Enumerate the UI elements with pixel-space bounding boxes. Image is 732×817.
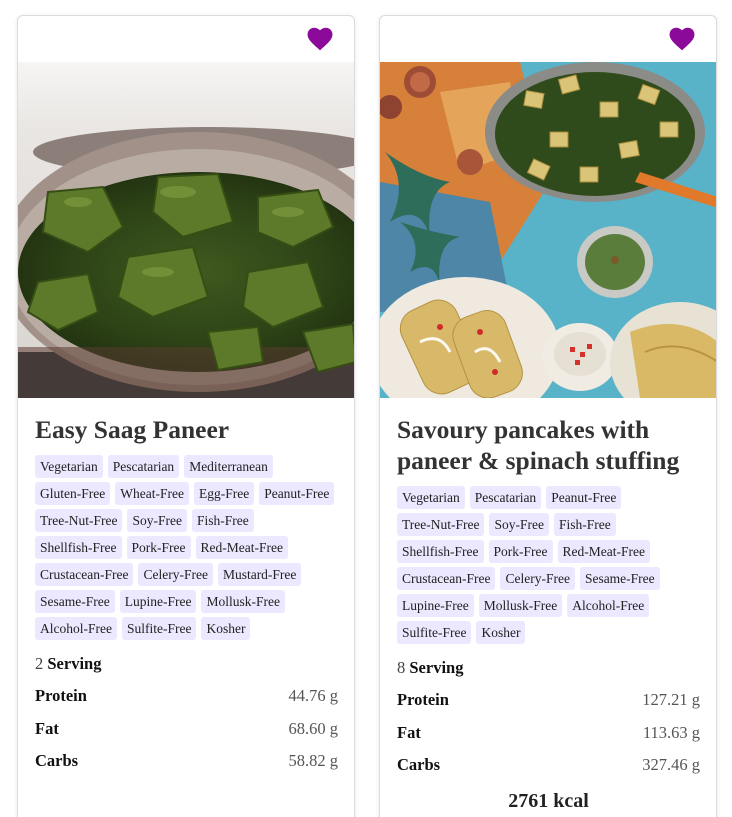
diet-tag: Kosher xyxy=(476,621,526,644)
nutrient-label: Protein xyxy=(35,686,87,706)
diet-tag: Pescatarian xyxy=(469,486,542,509)
nutrient-row-fat: Fat 68.60 g xyxy=(35,713,338,746)
diet-tag: Kosher xyxy=(201,617,251,640)
recipe-photo[interactable] xyxy=(380,62,716,398)
nutrient-value: 113.63 g xyxy=(642,722,700,742)
nutrient-row-fat: Fat 113.63 g xyxy=(397,717,700,750)
recipe-title[interactable]: Easy Saag Paneer xyxy=(35,414,338,445)
diet-tag: Sulfite-Free xyxy=(121,617,197,640)
diet-tag: Fish-Free xyxy=(191,509,254,532)
diet-tag: Tree-Nut-Free xyxy=(35,509,123,532)
recipe-card[interactable]: Savoury pancakes with paneer & spinach s… xyxy=(379,15,717,817)
nutrient-label: Carbs xyxy=(35,751,79,771)
diet-tag: Soy-Free xyxy=(489,513,549,536)
calorie-total: 2761 kcal xyxy=(508,789,589,812)
diet-tag: Egg-Free xyxy=(193,482,255,505)
recipe-title[interactable]: Savoury pancakes with paneer & spinach s… xyxy=(397,414,700,476)
nutrient-row-protein: Protein 127.21 g xyxy=(397,684,700,717)
nutrient-label: Carbs xyxy=(397,755,441,775)
diet-tag: Pork-Free xyxy=(126,536,191,559)
diet-tag: Mediterranean xyxy=(184,455,273,478)
favorite-heart-icon[interactable] xyxy=(669,27,695,51)
nutrient-label: Protein xyxy=(397,690,449,710)
diet-tag: Lupine-Free xyxy=(119,590,197,613)
diet-tag: Shellfish-Free xyxy=(35,536,122,559)
diet-tag: Red-Meat-Free xyxy=(557,540,650,563)
diet-tag: Alcohol-Free xyxy=(35,617,117,640)
diet-tag: Celery-Free xyxy=(500,567,575,590)
recipe-card[interactable]: Easy Saag Paneer Vegetarian Pescatarian Me… xyxy=(17,15,355,817)
nutrient-value: 58.82 g xyxy=(288,751,339,771)
diet-tag: Mollusk-Free xyxy=(478,594,563,617)
diet-tag: Mustard-Free xyxy=(217,563,302,586)
diet-tag: Peanut-Free xyxy=(546,486,622,509)
diet-tag: Sesame-Free xyxy=(35,590,115,613)
diet-tag: Tree-Nut-Free xyxy=(397,513,485,536)
recipe-photo[interactable] xyxy=(18,62,354,398)
diet-tag: Shellfish-Free xyxy=(397,540,484,563)
diet-tags: Vegetarian Pescatarian Mediterranean Gluten… xyxy=(35,455,338,640)
serving-count: 2 Serving xyxy=(35,654,338,674)
nutrient-value: 327.46 g xyxy=(642,755,700,775)
nutrient-row-protein: Protein 44.76 g xyxy=(35,680,338,713)
nutrient-row-carbs: Carbs 58.82 g xyxy=(35,745,338,778)
nutrient-label: Fat xyxy=(35,718,59,738)
nutrient-label: Fat xyxy=(397,722,421,742)
nutrient-row-carbs: Carbs 327.46 g xyxy=(397,749,700,782)
nutrient-value: 44.76 g xyxy=(288,686,339,706)
diet-tag: Mollusk-Free xyxy=(201,590,285,613)
diet-tag: Pescatarian xyxy=(107,455,180,478)
serving-number: 2 xyxy=(35,654,44,673)
diet-tag: Pork-Free xyxy=(488,540,553,563)
diet-tag: Fish-Free xyxy=(553,513,616,536)
diet-tag: Lupine-Free xyxy=(397,594,474,617)
diet-tag: Sulfite-Free xyxy=(397,621,472,644)
diet-tag: Red-Meat-Free xyxy=(195,536,288,559)
serving-label: Serving xyxy=(47,654,102,673)
favorite-heart-icon[interactable] xyxy=(307,27,333,51)
diet-tag: Peanut-Free xyxy=(259,482,335,505)
nutrient-value: 68.60 g xyxy=(288,718,339,738)
diet-tag: Sesame-Free xyxy=(579,567,660,590)
diet-tag: Wheat-Free xyxy=(115,482,189,505)
diet-tag: Alcohol-Free xyxy=(567,594,650,617)
diet-tag: Vegetarian xyxy=(35,455,103,478)
diet-tag: Soy-Free xyxy=(127,509,187,532)
diet-tag: Crustacean-Free xyxy=(35,563,134,586)
serving-label: Serving xyxy=(409,658,464,677)
diet-tag: Vegetarian xyxy=(397,486,465,509)
diet-tags: Vegetarian Pescatarian Peanut-Free Tree-Nut… xyxy=(397,486,700,644)
diet-tag: Gluten-Free xyxy=(35,482,111,505)
serving-number: 8 xyxy=(397,658,406,677)
diet-tag: Crustacean-Free xyxy=(397,567,496,590)
diet-tag: Celery-Free xyxy=(138,563,213,586)
nutrient-value: 127.21 g xyxy=(642,690,700,710)
serving-count: 8 Serving xyxy=(397,658,700,678)
